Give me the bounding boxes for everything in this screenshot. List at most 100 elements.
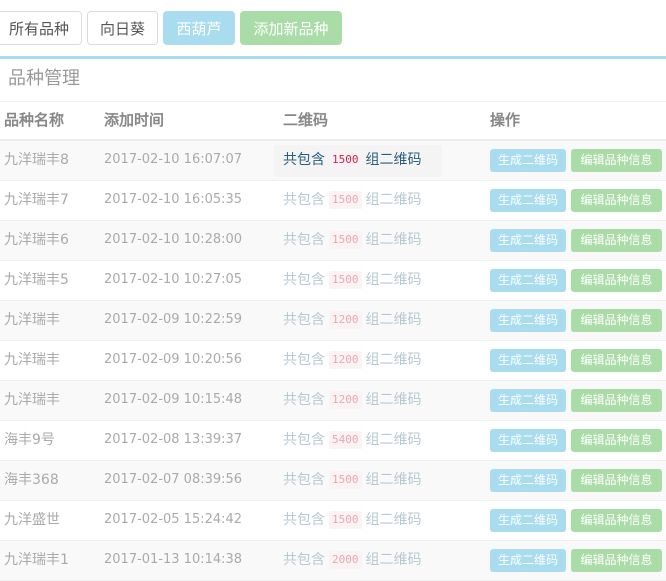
header-actions: 操作: [490, 111, 521, 129]
table-row: 九洋瑞丰1 2017-01-13 10:14:38 共包含 2000 组二维码 生成二维码…: [0, 541, 666, 581]
edit-variety-button[interactable]: 编辑品种信息: [571, 349, 662, 372]
edit-variety-button[interactable]: 编辑品种信息: [571, 229, 662, 252]
qrcode-count: 1500: [329, 151, 362, 169]
generate-qrcode-button[interactable]: 生成二维码: [490, 469, 566, 492]
edit-variety-button[interactable]: 编辑品种信息: [571, 309, 662, 332]
qrcode-suffix: 组二维码: [365, 192, 422, 208]
table-row: 九洋瑞丰5 2017-02-10 10:27:05 共包含 1500 组二维码 生成二维码…: [0, 261, 666, 301]
generate-qrcode-button[interactable]: 生成二维码: [490, 549, 566, 572]
generate-qrcode-button[interactable]: 生成二维码: [490, 189, 566, 212]
qrcode-count: 1500: [329, 231, 362, 249]
variety-name: 九洋瑞丰7: [4, 192, 69, 208]
added-time: 2017-02-09 10:20:56: [104, 352, 243, 367]
qrcode-count: 1200: [329, 351, 362, 369]
qrcode-prefix: 共包含: [283, 352, 325, 368]
variety-name: 海丰9号: [4, 432, 55, 448]
qrcode-summary: 共包含 1200 组二维码: [283, 381, 422, 419]
generate-qrcode-button[interactable]: 生成二维码: [490, 149, 566, 172]
tab-all-varieties[interactable]: 所有品种: [0, 11, 82, 45]
variety-name: 九洋瑞丰: [4, 312, 60, 328]
qrcode-prefix: 共包含: [283, 192, 325, 208]
qrcode-prefix: 共包含: [283, 232, 325, 248]
qrcode-summary: 共包含 1200 组二维码: [283, 341, 422, 379]
qrcode-prefix: 共包含: [283, 312, 325, 328]
variety-name: 九洋瑞丰6: [4, 232, 69, 248]
added-time: 2017-02-09 10:22:59: [104, 312, 243, 327]
qrcode-count: 1500: [329, 191, 362, 209]
tabs-divider: [0, 56, 666, 59]
added-time: 2017-02-07 08:39:56: [104, 472, 243, 487]
qrcode-prefix: 共包含: [283, 272, 325, 288]
qrcode-suffix: 组二维码: [365, 152, 422, 168]
add-variety-button[interactable]: 添加新品种: [240, 11, 342, 45]
variety-name: 海丰368: [4, 472, 59, 488]
qrcode-summary: 共包含 1500 组二维码: [283, 501, 422, 539]
variety-name: 九洋瑞丰8: [4, 152, 69, 168]
table-row: 海丰9号 2017-02-08 13:39:37 共包含 5400 组二维码 生成二维码编…: [0, 421, 666, 461]
qrcode-prefix: 共包含: [283, 512, 325, 528]
added-time: 2017-02-09 10:15:48: [104, 392, 243, 407]
qrcode-suffix: 组二维码: [365, 352, 422, 368]
qrcode-suffix: 组二维码: [365, 272, 422, 288]
qrcode-summary: 共包含 1500 组二维码: [283, 461, 422, 499]
header-name: 品种名称: [4, 111, 65, 129]
qrcode-summary: 共包含 5400 组二维码: [283, 421, 422, 459]
variety-name: 九洋盛世: [4, 512, 60, 528]
generate-qrcode-button[interactable]: 生成二维码: [490, 509, 566, 532]
qrcode-suffix: 组二维码: [365, 232, 422, 248]
qrcode-summary: 共包含 1500 组二维码: [283, 181, 422, 219]
variety-name: 九洋瑞丰: [4, 392, 60, 408]
edit-variety-button[interactable]: 编辑品种信息: [571, 269, 662, 292]
edit-variety-button[interactable]: 编辑品种信息: [571, 389, 662, 412]
variety-name: 九洋瑞丰1: [4, 552, 69, 568]
generate-qrcode-button[interactable]: 生成二维码: [490, 229, 566, 252]
table-row: 九洋盛世 2017-02-05 15:24:42 共包含 1500 组二维码 生成二维码编…: [0, 501, 666, 541]
added-time: 2017-02-10 16:05:35: [104, 192, 243, 207]
qrcode-summary: 共包含 2000 组二维码: [283, 541, 422, 579]
qrcode-prefix: 共包含: [283, 152, 325, 168]
qrcode-suffix: 组二维码: [365, 432, 422, 448]
qrcode-suffix: 组二维码: [365, 552, 422, 568]
generate-qrcode-button[interactable]: 生成二维码: [490, 309, 566, 332]
edit-variety-button[interactable]: 编辑品种信息: [571, 469, 662, 492]
added-time: 2017-02-10 10:28:00: [104, 232, 243, 247]
variety-table-body: 九洋瑞丰8 2017-02-10 16:07:07 共包含 1500 组二维码 生成二维码…: [0, 141, 666, 581]
qrcode-suffix: 组二维码: [365, 512, 422, 528]
qrcode-count: 1200: [329, 391, 362, 409]
generate-qrcode-button[interactable]: 生成二维码: [490, 269, 566, 292]
edit-variety-button[interactable]: 编辑品种信息: [571, 509, 662, 532]
qrcode-count: 1500: [329, 271, 362, 289]
edit-variety-button[interactable]: 编辑品种信息: [571, 189, 662, 212]
table-header: 品种名称 添加时间 二维码 操作: [0, 101, 666, 140]
tab-sunflower[interactable]: 向日葵: [87, 11, 158, 45]
table-row: 九洋瑞丰 2017-02-09 10:20:56 共包含 1200 组二维码 生成二维码编…: [0, 341, 666, 381]
table-row: 九洋瑞丰7 2017-02-10 16:05:35 共包含 1500 组二维码 生成二维码…: [0, 181, 666, 221]
variety-name: 九洋瑞丰: [4, 352, 60, 368]
qrcode-summary: 共包含 1500 组二维码: [283, 141, 422, 179]
edit-variety-button[interactable]: 编辑品种信息: [571, 149, 662, 172]
qrcode-count: 5400: [329, 431, 362, 449]
qrcode-count: 1200: [329, 311, 362, 329]
generate-qrcode-button[interactable]: 生成二维码: [490, 429, 566, 452]
qrcode-count: 2000: [329, 551, 362, 569]
panel-title: 品种管理: [8, 68, 80, 89]
header-qrcode: 二维码: [283, 111, 329, 129]
qrcode-prefix: 共包含: [283, 552, 325, 568]
edit-variety-button[interactable]: 编辑品种信息: [571, 549, 662, 572]
qrcode-summary: 共包含 1500 组二维码: [283, 221, 422, 259]
qrcode-summary: 共包含 1200 组二维码: [283, 301, 422, 339]
tab-zucchini[interactable]: 西葫芦: [163, 11, 235, 45]
variety-tabs: 所有品种 向日葵 西葫芦 添加新品种: [0, 0, 666, 57]
added-time: 2017-02-10 16:07:07: [104, 152, 243, 167]
table-row: 九洋瑞丰 2017-02-09 10:22:59 共包含 1200 组二维码 生成二维码编…: [0, 301, 666, 341]
edit-variety-button[interactable]: 编辑品种信息: [571, 429, 662, 452]
variety-name: 九洋瑞丰5: [4, 272, 69, 288]
generate-qrcode-button[interactable]: 生成二维码: [490, 349, 566, 372]
qrcode-prefix: 共包含: [283, 392, 325, 408]
table-row: 九洋瑞丰 2017-02-09 10:15:48 共包含 1200 组二维码 生成二维码编…: [0, 381, 666, 421]
qrcode-suffix: 组二维码: [365, 472, 422, 488]
added-time: 2017-02-08 13:39:37: [104, 432, 243, 447]
generate-qrcode-button[interactable]: 生成二维码: [490, 389, 566, 412]
qrcode-count: 1500: [329, 511, 362, 529]
added-time: 2017-02-10 10:27:05: [104, 272, 243, 287]
